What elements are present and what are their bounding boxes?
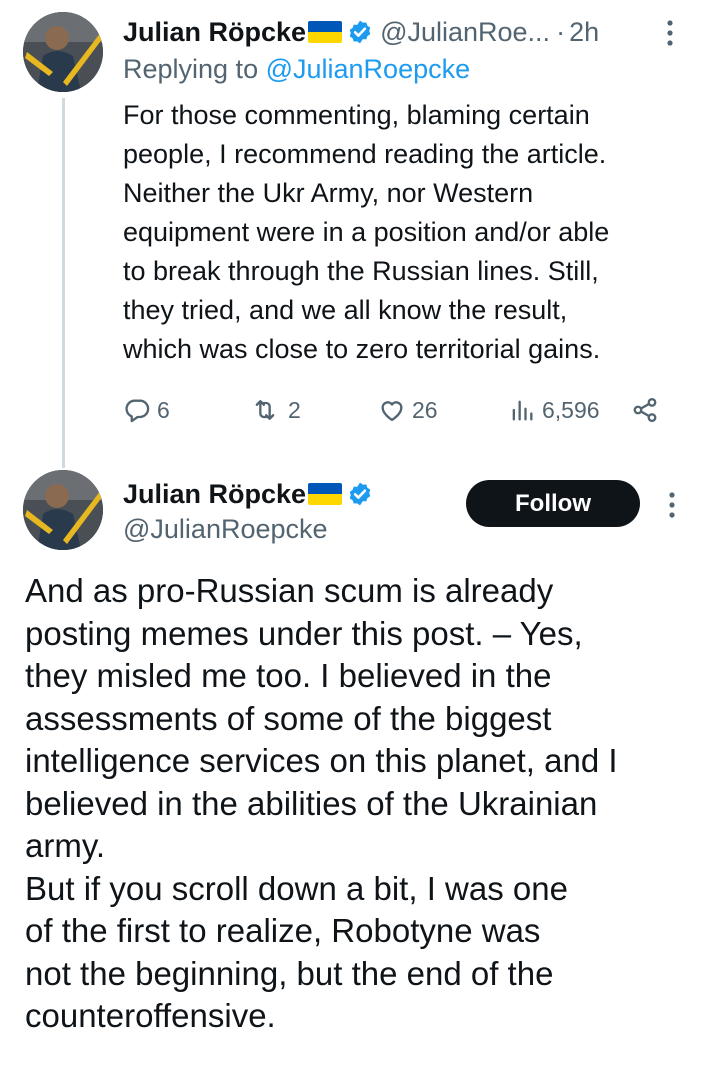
- more-options-icon[interactable]: [665, 490, 679, 520]
- share-button[interactable]: [631, 390, 665, 430]
- author-avatar[interactable]: [23, 470, 103, 550]
- views-count: 6,596: [542, 396, 600, 423]
- follow-button[interactable]: Follow: [466, 480, 640, 527]
- views-icon: [512, 400, 533, 421]
- replying-to-prefix: Replying to: [123, 54, 266, 84]
- ukraine-flag-icon: [308, 483, 343, 505]
- author-name[interactable]: Julian Röpcke: [123, 17, 306, 48]
- tweet-text-line: of the first to realize, Robotyne was: [25, 912, 541, 949]
- tweet-action-bar: 6 2 26 6,596: [123, 390, 663, 430]
- tweet-text-line: believed in the abilities of the Ukraini…: [25, 784, 598, 822]
- avatar-photo: [23, 12, 103, 92]
- tweet-text-line: counteroffensive.: [25, 997, 276, 1034]
- reply-icon: [125, 399, 150, 423]
- share-icon: [633, 397, 657, 423]
- like-icon: [381, 401, 403, 422]
- tweet-text-line: not the beginning, but the end of the: [25, 954, 554, 992]
- tweet-text-line: equipment were in a position and/or able: [123, 217, 610, 247]
- more-options-icon[interactable]: [663, 18, 677, 48]
- views-button[interactable]: 6,596: [508, 390, 600, 430]
- like-count: 26: [412, 396, 438, 423]
- tweet-text-line: And as pro-Russian scum is already: [25, 572, 554, 609]
- tweet-text-line: they tried, and we all know the result,: [123, 295, 568, 325]
- tweet-text-line: which was close to zero territorial gain…: [123, 334, 601, 364]
- repost-count: 2: [288, 396, 301, 423]
- ukraine-flag-icon: [308, 21, 343, 43]
- avatar-photo: [23, 470, 103, 550]
- reply-tweet-text: For those commenting, blaming certain pe…: [123, 96, 698, 369]
- repost-button[interactable]: 2: [248, 390, 301, 430]
- tweet-text-line: people, I recommend reading the article.: [123, 139, 607, 169]
- main-tweet-author-row: Julian Röpcke: [123, 476, 373, 512]
- tweet-text-line: they misled me too. I believed in the: [25, 657, 552, 694]
- repost-icon: [255, 400, 275, 420]
- tweet-text-line: intelligence services on this planet, an…: [25, 742, 618, 779]
- tweet-text-line: army.: [25, 827, 106, 864]
- tweet-timestamp[interactable]: 2h: [569, 17, 599, 48]
- tweet-text-line: Neither the Ukr Army, nor Western: [123, 178, 534, 208]
- main-tweet-text: And as pro-Russian scum is already posti…: [25, 570, 705, 1038]
- replying-to-line: Replying to @JulianRoepcke: [123, 54, 470, 85]
- separator-dot: ·: [556, 16, 566, 47]
- author-name[interactable]: Julian Röpcke: [123, 479, 306, 510]
- tweet-text-line: For those commenting, blaming certain: [123, 100, 590, 130]
- thread-connector-line: [62, 98, 65, 468]
- tweet-text-line: assessments of some of the biggest: [25, 699, 552, 737]
- author-handle[interactable]: @JulianRoe...: [380, 17, 550, 48]
- reply-tweet-header: Julian Röpcke @JulianRoe... · 2h: [123, 12, 683, 52]
- tweet-text-line: to break through the Russian lines. Stil…: [123, 256, 599, 286]
- verified-badge-icon: [349, 482, 371, 506]
- replying-to-handle-link[interactable]: @JulianRoepcke: [266, 54, 471, 84]
- author-handle[interactable]: @JulianRoepcke: [123, 514, 328, 545]
- reply-button[interactable]: 6: [123, 390, 170, 430]
- verified-badge-icon: [349, 20, 371, 44]
- author-avatar[interactable]: [23, 12, 103, 92]
- like-button[interactable]: 26: [378, 390, 438, 430]
- tweet-text-line: posting memes under this post. – Yes,: [25, 614, 583, 652]
- reply-count: 6: [157, 396, 170, 423]
- tweet-text-line: But if you scroll down a bit, I was one: [25, 869, 568, 907]
